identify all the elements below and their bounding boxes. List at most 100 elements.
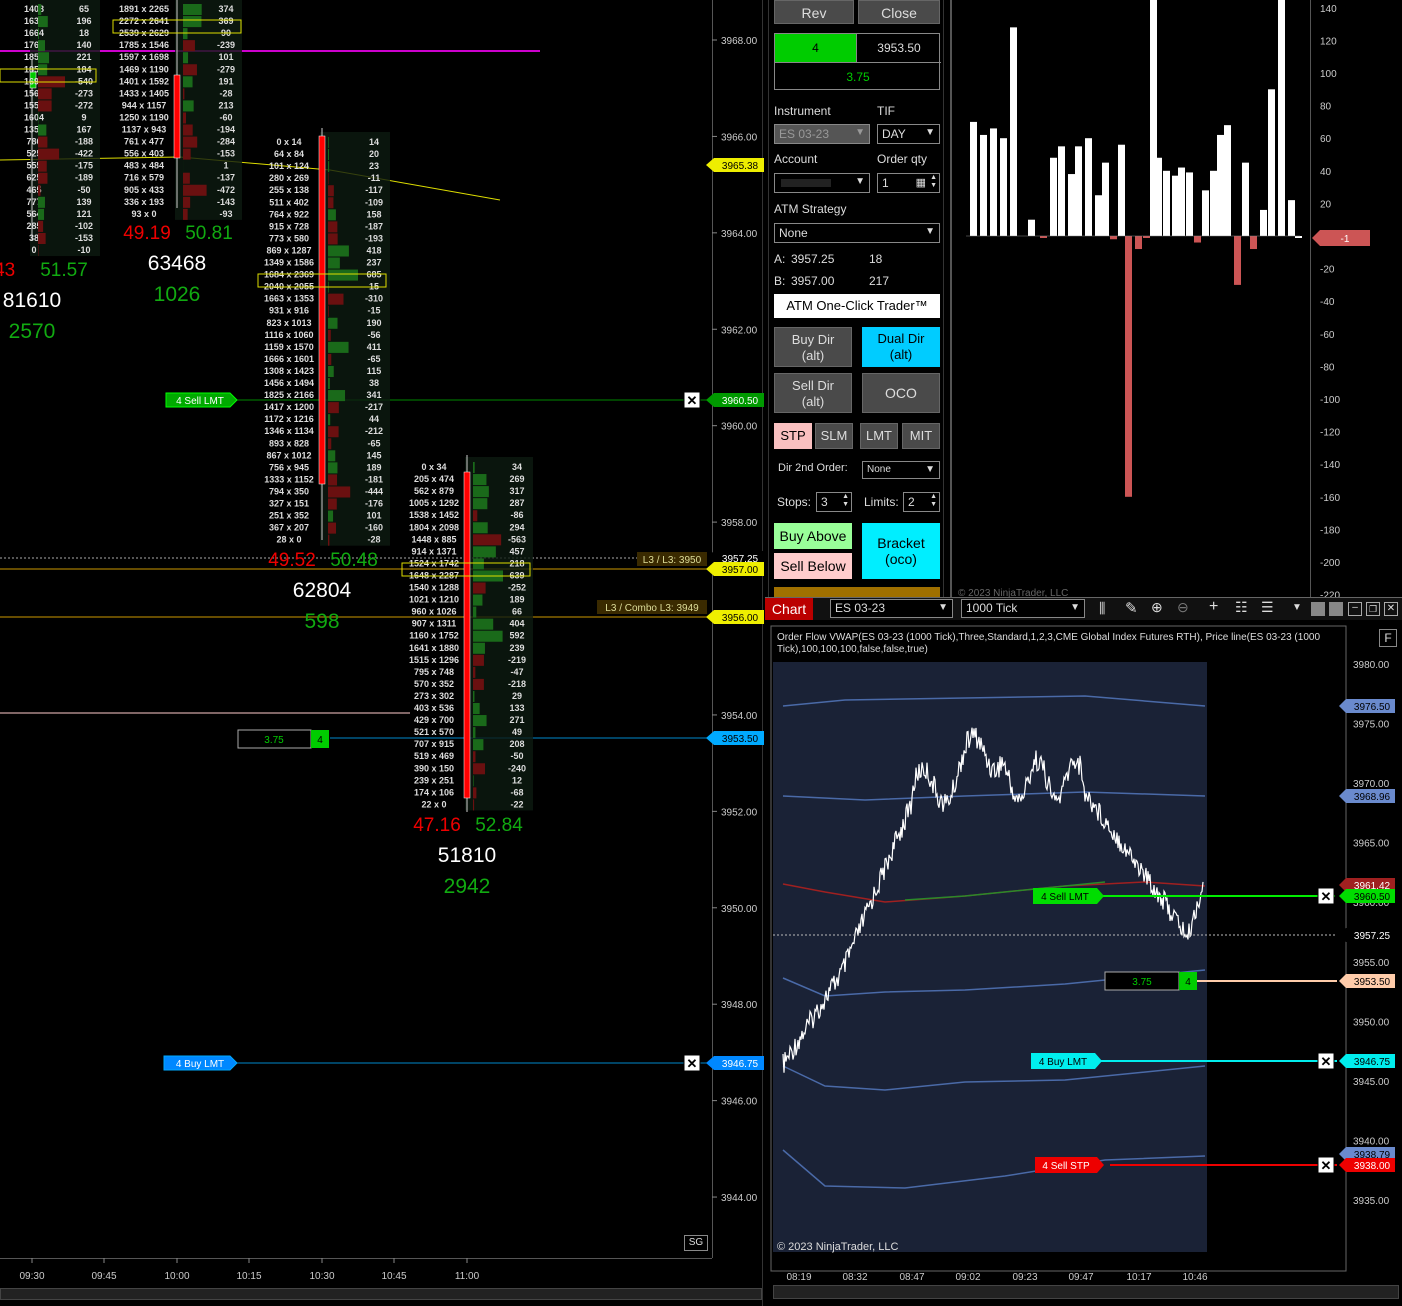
bar-type-icon[interactable]: ⫼	[1099, 600, 1105, 617]
position-qty[interactable]: 4	[317, 735, 323, 746]
chart-position-qty[interactable]: 4	[1185, 977, 1191, 988]
f-button[interactable]: F	[1379, 629, 1397, 647]
close-icon-glyph[interactable]: ✕	[687, 1056, 698, 1071]
lmt-button[interactable]: LMT	[860, 423, 898, 449]
footprint-bid-ask: 795 x 748	[414, 667, 454, 677]
footprint-bid-ask: 1641 x 1880	[409, 643, 459, 653]
footprint-delta: -86	[510, 510, 523, 520]
sell-lmt-order-label[interactable]: 4 Sell LMT	[176, 396, 224, 407]
zoom-out-icon[interactable]: ⊖	[1177, 599, 1189, 616]
footprint-delta-bar	[183, 184, 207, 196]
buy-lmt-order-label[interactable]: 4 Buy LMT	[176, 1059, 224, 1070]
footprint-delta-bar	[328, 257, 340, 269]
order-qty-input[interactable]: 1 ▦ ▲ ▼	[877, 173, 940, 193]
buy-dir-alt-button[interactable]: Buy Dir (alt)	[774, 327, 852, 367]
instrument-select[interactable]: ES 03-23 ▼	[774, 124, 870, 144]
spinner-icon[interactable]: ▲ ▼	[930, 174, 937, 190]
close-icon-glyph[interactable]: ✕	[1321, 889, 1332, 904]
close-icon-glyph[interactable]: ✕	[687, 393, 698, 408]
tile2-icon[interactable]	[1329, 602, 1343, 616]
position-box: 4 3953.50 3.75	[774, 33, 941, 90]
chevron-down-icon[interactable]: ▼	[1292, 602, 1302, 613]
maximize-icon[interactable]: ❐	[1366, 602, 1380, 616]
tile-icon[interactable]	[1311, 602, 1325, 616]
footprint-canvas[interactable]: 3968.00 3966.00 3964.00 3962.00 3960.00 3958.…	[0, 0, 765, 1306]
crosshair-icon[interactable]: +	[1209, 598, 1218, 616]
spinner-icon[interactable]: ▲ ▼	[842, 493, 849, 509]
tag-position: 3953.50	[1354, 977, 1391, 988]
histogram-canvas[interactable]: 140 120 100 80 60 40 20 -20 -40 -60 -80 -100 -120 -14…	[950, 0, 1402, 602]
dual-dir-alt-button[interactable]: Dual Dir (alt)	[862, 327, 940, 367]
position-pnl[interactable]: 3.75	[264, 735, 284, 746]
footprint-bid-ask: 869 x 1287	[266, 245, 311, 255]
order-flow-footprint-chart[interactable]: 3968.00 3966.00 3964.00 3962.00 3960.00 3958.…	[0, 0, 765, 1306]
chart-sell-stp-order[interactable]: 4 Sell STP	[1042, 1161, 1090, 1172]
time-axis-label: 09:45	[91, 1271, 116, 1282]
footprint-delta: -279	[217, 64, 235, 74]
vwap-chart-canvas[interactable]: 3980.003975.003970.003965.003960.003955.…	[765, 620, 1402, 1306]
indicators-icon[interactable]: ☰	[1261, 599, 1274, 616]
properties-icon[interactable]: ☷	[1235, 599, 1248, 616]
buy-above-button[interactable]: Buy Above	[774, 523, 852, 549]
slm-button[interactable]: SLM	[815, 423, 853, 449]
chart-instrument-select[interactable]: ES 03-23 ▼	[830, 599, 953, 618]
l3-price-tag: 3957.00	[722, 565, 759, 576]
dir-2nd-order-select[interactable]: None ▼	[862, 461, 940, 479]
account-select[interactable]: ▼	[774, 173, 870, 193]
chart-interval-select[interactable]: 1000 Tick ▼	[961, 599, 1085, 618]
position-price-tag: 3953.50	[722, 734, 759, 745]
limits-input[interactable]: 2 ▲ ▼	[903, 492, 940, 512]
bracket-oco-button[interactable]: Bracket (oco)	[862, 523, 940, 579]
footprint-bid-ask: 570 x 352	[414, 679, 454, 689]
footprint-bid-ask: 511 x 402	[269, 197, 309, 207]
footprint-delta-bar	[38, 136, 48, 148]
sell-below-button[interactable]: Sell Below	[774, 553, 852, 579]
tif-select[interactable]: DAY ▼	[877, 124, 940, 144]
pencil-icon[interactable]: ✎	[1125, 599, 1138, 617]
footprint-delta: -176	[365, 499, 383, 509]
sg-badge[interactable]: SG	[684, 1235, 708, 1251]
atm-one-click-trader-button[interactable]: ATM One-Click Trader™	[774, 294, 940, 318]
chart-buy-lmt-order[interactable]: 4 Buy LMT	[1039, 1057, 1087, 1068]
stp-button[interactable]: STP	[774, 423, 812, 449]
rev-button[interactable]: Rev	[774, 0, 854, 24]
chart-sell-lmt-order[interactable]: 4 Sell LMT	[1041, 892, 1089, 903]
chart-time-axis-label: 08:19	[786, 1272, 811, 1283]
close-icon-glyph[interactable]: ✕	[1321, 1054, 1332, 1069]
close-icon[interactable]: ✕	[1384, 602, 1398, 616]
footprint-delta: 189	[509, 595, 524, 605]
close-button[interactable]: Close	[858, 0, 940, 24]
tag-last: 3957.25	[1354, 931, 1391, 942]
mit-button[interactable]: MIT	[902, 423, 940, 449]
footprint-delta-bar	[473, 534, 502, 546]
delta-histogram-chart[interactable]: 140 120 100 80 60 40 20 -20 -40 -60 -80 -100 -120 -14…	[950, 0, 1402, 602]
stops-input[interactable]: 3 ▲ ▼	[816, 492, 852, 512]
zoom-in-icon[interactable]: ⊕	[1151, 599, 1163, 616]
footprint-delta: -188	[75, 137, 93, 147]
chart-tab[interactable]: Chart	[765, 598, 813, 620]
calculator-icon[interactable]: ▦	[916, 176, 926, 189]
chart-window: Chart ES 03-23 ▼ 1000 Tick ▼ ⫼ ✎ ⊕ ⊖ + ☷ ☰…	[765, 597, 1402, 1306]
left-horizontal-scrollbar[interactable]	[0, 1288, 762, 1300]
footprint-delta-bar	[328, 426, 339, 438]
footprint-delta-bar	[38, 100, 52, 112]
account-redacted	[781, 179, 831, 187]
footprint-delta-bar	[183, 196, 191, 208]
chart-copyright: © 2023 NinjaTrader, LLC	[777, 1241, 899, 1253]
vwap-price-chart[interactable]: 3980.00 3975.00 3970.00 3965.00 3960.00 3955.…	[765, 620, 1402, 1306]
chart-price-axis-label: 3970.00	[1353, 779, 1390, 790]
sell-dir-alt-button[interactable]: Sell Dir (alt)	[774, 373, 852, 413]
oco-button[interactable]: OCO	[862, 373, 940, 413]
footprint-delta-bar	[38, 64, 48, 76]
footprint-candle-body	[463, 471, 471, 799]
footprint-bid-ask: 327 x 151	[269, 499, 309, 509]
tag-buy-lmt: 3946.75	[1354, 1057, 1391, 1068]
minimize-icon[interactable]: ‒	[1348, 602, 1362, 616]
close-icon-glyph[interactable]: ✕	[1321, 1158, 1332, 1173]
ask-price: 3957.25	[791, 252, 835, 266]
vwap-band-fill	[773, 662, 1207, 1252]
chart-horizontal-scrollbar[interactable]	[773, 1285, 1399, 1299]
atm-strategy-select[interactable]: None ▼	[774, 223, 940, 243]
chart-position-pnl[interactable]: 3.75	[1132, 977, 1152, 988]
spinner-icon[interactable]: ▲ ▼	[930, 493, 937, 509]
